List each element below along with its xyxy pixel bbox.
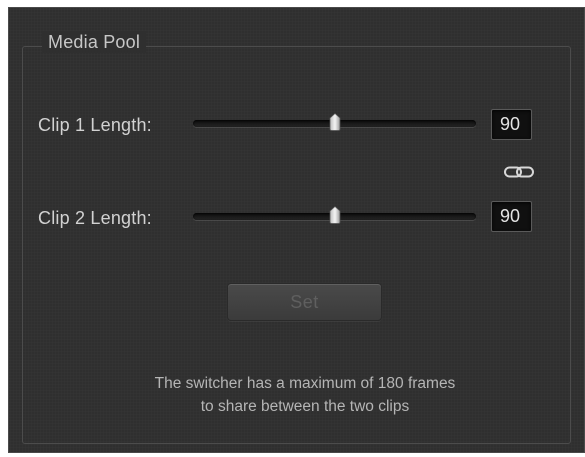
clip1-length-field[interactable]: 90 <box>491 109 532 140</box>
frames-note-line1: The switcher has a maximum of 180 frames <box>154 375 456 392</box>
clip1-length-slider[interactable] <box>193 113 476 131</box>
clip1-length-label: Clip 1 Length: <box>38 115 152 135</box>
clip1-slider-thumb[interactable] <box>329 113 341 131</box>
chain-link-icon[interactable] <box>502 165 536 179</box>
media-pool-title: Media Pool <box>42 31 147 53</box>
clip2-length-slider[interactable] <box>193 206 476 224</box>
clip2-length-field[interactable]: 90 <box>491 201 532 232</box>
clip2-length-label: Clip 2 Length: <box>38 208 152 228</box>
clip2-slider-thumb[interactable] <box>329 206 341 224</box>
set-button[interactable]: Set <box>227 283 382 321</box>
frames-note-line2: to share between the two clips <box>200 398 410 415</box>
